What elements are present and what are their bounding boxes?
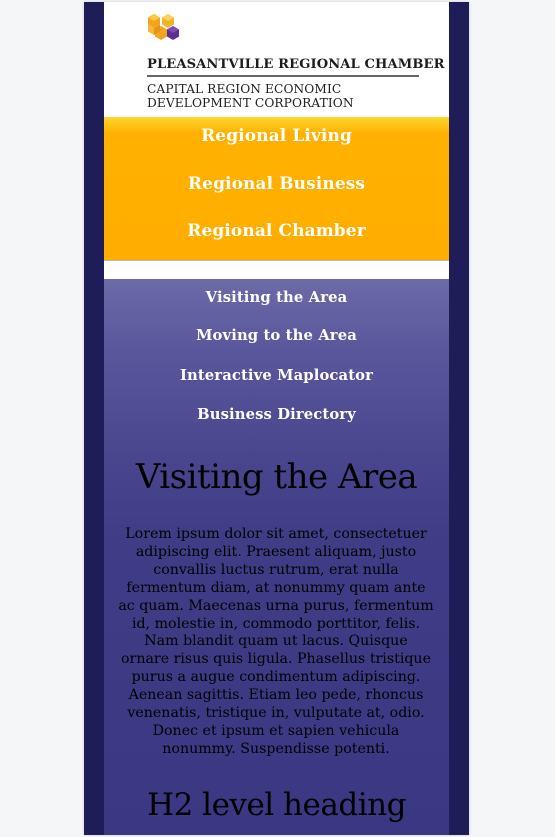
page-title: Visiting the Area xyxy=(135,457,418,497)
secondary-nav-visiting-area[interactable]: Visiting the Area xyxy=(104,289,449,306)
primary-nav-regional-business[interactable]: Regional Business xyxy=(104,174,449,194)
secondary-nav-moving-area[interactable]: Moving to the Area xyxy=(104,327,449,344)
body-copy: Lorem ipsum dolor sit amet, consectetuer… xyxy=(118,526,434,757)
page-content-column: PLEASANTVILLE REGIONAL CHAMBER CAPITAL R… xyxy=(104,2,449,835)
header-divider xyxy=(147,75,419,77)
main-content: Visiting the Area Moving to the Area Int… xyxy=(104,279,449,835)
site-header: PLEASANTVILLE REGIONAL CHAMBER CAPITAL R… xyxy=(104,2,449,117)
section-heading: H2 level heading xyxy=(147,787,406,823)
primary-navigation: Regional Living Regional Business Region… xyxy=(104,117,449,261)
organization-logo[interactable] xyxy=(146,12,182,42)
page-frame: PLEASANTVILLE REGIONAL CHAMBER CAPITAL R… xyxy=(84,2,469,835)
organization-subtitle-line-1: CAPITAL REGION ECONOMIC xyxy=(147,82,342,96)
primary-nav-regional-chamber[interactable]: Regional Chamber xyxy=(104,221,449,241)
primary-nav-regional-living[interactable]: Regional Living xyxy=(104,126,449,146)
secondary-nav-maplocator[interactable]: Interactive Maplocator xyxy=(104,367,449,384)
organization-subtitle-line-2: DEVELOPMENT CORPORATION xyxy=(147,96,354,110)
organization-name: PLEASANTVILLE REGIONAL CHAMBER xyxy=(147,57,445,72)
navigation-separator xyxy=(104,261,449,279)
secondary-nav-business-directory[interactable]: Business Directory xyxy=(104,406,449,423)
